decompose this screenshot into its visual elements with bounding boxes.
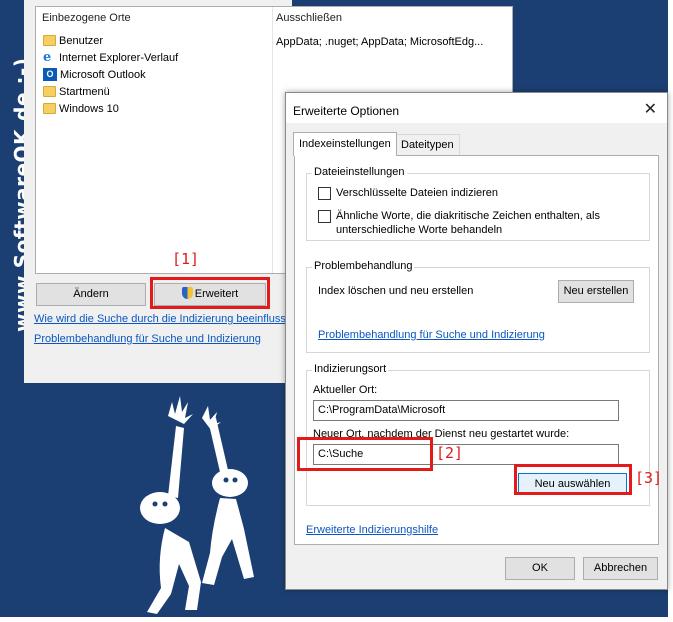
right-frame <box>668 0 673 622</box>
location-item[interactable]: Startmenü <box>43 83 110 100</box>
column-header-exclude[interactable]: Ausschließen <box>276 12 342 24</box>
troubleshoot-search-link[interactable]: Problembehandlung für Suche und Indizier… <box>34 333 261 345</box>
diacritics-checkbox[interactable] <box>318 210 331 223</box>
location-item[interactable]: Benutzer <box>43 32 103 49</box>
current-location-field[interactable]: C:\ProgramData\Microsoft <box>313 400 619 421</box>
title-bar[interactable]: Erweiterte Optionen ✕ <box>286 93 667 123</box>
tab-file-types[interactable]: Dateitypen <box>395 134 460 155</box>
outlook-icon: O <box>43 68 57 81</box>
location-item[interactable]: e Internet Explorer-Verlauf <box>43 49 178 66</box>
location-label: Benutzer <box>59 34 104 47</box>
marker-3: [3] <box>635 469 663 487</box>
advanced-indexing-help-link[interactable]: Erweiterte Indizierungshilfe <box>306 524 438 536</box>
troubleshoot-link[interactable]: Problembehandlung für Suche und Indizier… <box>318 329 545 341</box>
ok-button[interactable]: OK <box>505 557 575 580</box>
close-icon[interactable]: ✕ <box>644 99 657 119</box>
highlight-select-new-button <box>514 464 632 495</box>
tab-index-settings[interactable]: Indexeinstellungen <box>293 132 397 156</box>
folder-icon <box>43 86 56 97</box>
advanced-options-dialog: Erweiterte Optionen ✕ Indexeinstellungen… <box>285 92 668 590</box>
encrypted-files-checkbox[interactable] <box>318 187 331 200</box>
troubleshooting-group: Problembehandlung Index löschen und neu … <box>306 260 650 353</box>
diacritics-label-line2: unterschiedliche Worte behandeln <box>336 224 503 236</box>
current-location-label: Aktueller Ort: <box>313 384 378 396</box>
file-settings-group: Dateieinstellungen Verschlüsselte Dateie… <box>306 166 650 241</box>
modify-button[interactable]: Ändern <box>36 283 146 306</box>
high-five-figures-illustration <box>140 396 254 614</box>
diacritics-label-line1: Ähnliche Worte, die diakritische Zeichen… <box>336 210 600 222</box>
location-label: Microsoft Outlook <box>60 68 146 81</box>
location-item[interactable]: O Microsoft Outlook <box>43 66 146 83</box>
exclude-value: AppData; .nuget; AppData; MicrosoftEdg..… <box>276 36 484 48</box>
marker-2: [2] <box>436 444 464 462</box>
location-label: Startmenü <box>59 85 110 98</box>
folder-icon <box>43 103 56 114</box>
folder-icon <box>43 35 56 46</box>
group-label: Problembehandlung <box>312 260 415 272</box>
internet-explorer-icon: e <box>43 50 52 65</box>
cancel-button[interactable]: Abbrechen <box>583 557 658 580</box>
marker-1: [1] <box>172 250 200 268</box>
group-label: Indizierungsort <box>312 363 389 375</box>
highlight-new-location-field <box>297 437 433 471</box>
location-label: Internet Explorer-Verlauf <box>59 51 179 64</box>
indexing-options-window: Einbezogene Orte Ausschließen AppData; .… <box>24 0 513 383</box>
dialog-title: Erweiterte Optionen <box>293 104 400 118</box>
encrypted-files-label: Verschlüsselte Dateien indizieren <box>336 187 499 199</box>
how-indexing-affects-search-link[interactable]: Wie wird die Suche durch die Indizierung… <box>34 313 295 325</box>
rebuild-index-label: Index löschen und neu erstellen <box>318 285 474 297</box>
rebuild-button[interactable]: Neu erstellen <box>558 280 634 303</box>
highlight-advanced-button <box>150 277 270 309</box>
location-item[interactable]: Windows 10 <box>43 100 119 117</box>
bottom-frame <box>0 617 673 622</box>
group-label: Dateieinstellungen <box>312 166 407 178</box>
location-label: Windows 10 <box>59 102 119 115</box>
column-separator <box>272 7 273 273</box>
column-header-locations[interactable]: Einbezogene Orte <box>42 12 131 24</box>
